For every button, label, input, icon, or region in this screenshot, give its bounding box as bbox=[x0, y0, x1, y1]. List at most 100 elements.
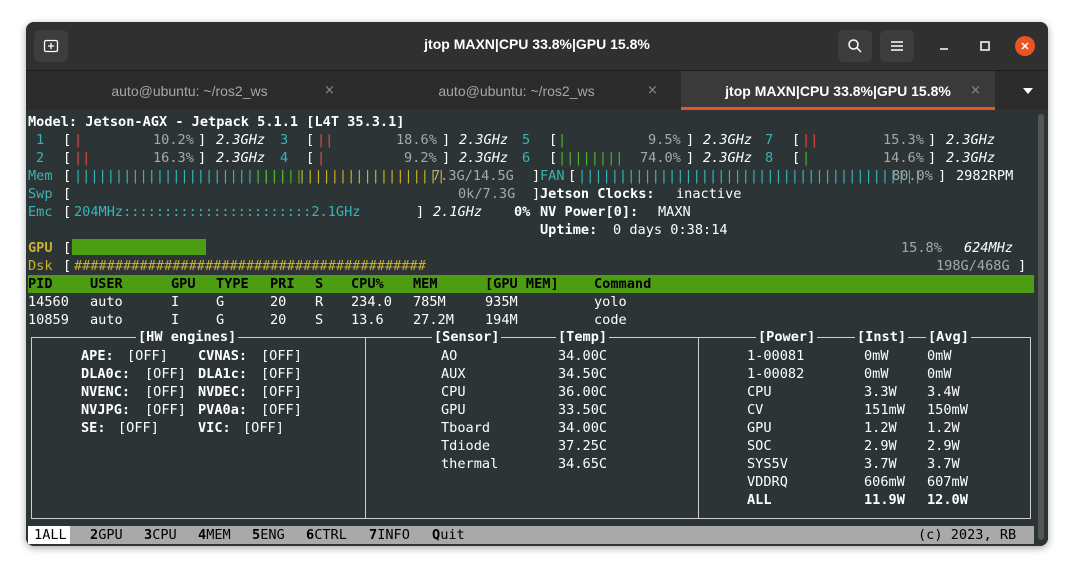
temp-title: [Temp] bbox=[556, 328, 610, 346]
cpu-pct: 16.3% bbox=[153, 150, 194, 166]
tabs-dropdown-button[interactable] bbox=[1016, 79, 1040, 103]
col-cpu[interactable]: CPU% bbox=[351, 275, 384, 293]
cell-pid: 10859 bbox=[28, 312, 69, 328]
emc-pct: 0% bbox=[514, 204, 531, 220]
engine-pva0a-label: PVA0a: bbox=[198, 402, 248, 418]
tab-jtop[interactable]: jtop MAXN|CPU 33.8%|GPU 15.8% bbox=[681, 71, 995, 110]
footer-tab-info[interactable]: 7INFO bbox=[369, 526, 410, 544]
cpu-freq: 2.3GHz bbox=[946, 150, 996, 166]
tab-close-icon[interactable]: × bbox=[324, 83, 335, 98]
cpu-freq: 2.3GHz bbox=[703, 150, 753, 166]
col-mem[interactable]: MEM bbox=[413, 275, 438, 293]
table-row[interactable]: 10859 auto I G 20 S 13.6 27.2M 194M code bbox=[28, 311, 1034, 329]
engines-sensors-power-panel: [HW engines] [Sensor] [Temp] [Power] [In… bbox=[31, 328, 1031, 519]
footer-copyright: (c) 2023, RB bbox=[918, 527, 1017, 543]
cell-gpu-mem: 194M bbox=[485, 312, 518, 328]
col-command[interactable]: Command bbox=[594, 275, 651, 293]
col-gpu-mem[interactable]: [GPU MEM] bbox=[485, 275, 559, 293]
nv-power-label: NV Power[0]: bbox=[540, 204, 639, 220]
close-button[interactable] bbox=[1013, 34, 1037, 58]
tab-ros2-ws-2[interactable]: auto@ubuntu: ~/ros2_ws bbox=[353, 71, 680, 110]
power-inst: 0mW bbox=[864, 348, 889, 364]
footer-quit[interactable]: Quit bbox=[432, 526, 465, 544]
avg-title: [Avg] bbox=[926, 328, 971, 346]
emc-bar: 204MHz:::::::::::::::::::::::2.1GHz bbox=[74, 204, 361, 220]
menu-icon bbox=[891, 41, 903, 51]
jetson-clocks-label: Jetson Clocks: bbox=[540, 186, 655, 202]
engine-nvenc-value: [OFF] bbox=[145, 384, 186, 400]
col-pid[interactable]: PID bbox=[28, 275, 53, 293]
tab-ros2-ws-1[interactable]: auto@ubuntu: ~/ros2_ws bbox=[26, 71, 353, 110]
col-type[interactable]: TYPE bbox=[216, 275, 249, 293]
dsk-value: 198G/468G bbox=[936, 258, 1010, 274]
cpu-id: 3 bbox=[280, 132, 289, 148]
sensor-temp: 34.00C bbox=[558, 348, 608, 364]
cpu-pct: 15.3% bbox=[883, 132, 924, 148]
cpu-bar: || bbox=[317, 132, 334, 148]
engine-vic-value: [OFF] bbox=[243, 420, 284, 436]
footer-tab-gpu[interactable]: 2GPU bbox=[90, 526, 123, 544]
menu-button[interactable] bbox=[880, 30, 914, 62]
sensor-name: CPU bbox=[441, 384, 466, 400]
col-gpu[interactable]: GPU bbox=[171, 275, 196, 293]
cpu-id: 8 bbox=[765, 150, 774, 166]
col-user[interactable]: USER bbox=[90, 275, 123, 293]
sensor-name: AUX bbox=[441, 366, 466, 382]
footer-tab-all[interactable]: 1ALL bbox=[28, 526, 70, 544]
engine-nvjpg-value: [OFF] bbox=[145, 402, 186, 418]
power-avg: 3.4W bbox=[927, 384, 960, 400]
fan-bar: ||||||||||||||||||||||||||||||||||||||||… bbox=[578, 168, 922, 184]
fan-rpm: 2982RPM bbox=[956, 168, 1014, 184]
power-avg: 0mW bbox=[927, 366, 952, 382]
power-inst: 3.3W bbox=[864, 384, 897, 400]
scrollbar[interactable] bbox=[1034, 110, 1048, 546]
table-row[interactable]: 14560 auto I G 20 R 234.0 785M 935M yolo bbox=[28, 293, 1034, 311]
cpu-freq: 2.3GHz bbox=[216, 150, 266, 166]
cpu-bar: || bbox=[802, 132, 819, 148]
terminal-area[interactable]: Model: Jetson-AGX - Jetpack 5.1.1 [L4T 3… bbox=[26, 110, 1034, 546]
nv-power-value: MAXN bbox=[658, 204, 691, 220]
cpu-id: 7 bbox=[765, 132, 774, 148]
engine-nvenc-label: NVENC: bbox=[81, 384, 131, 400]
cpu-pct: 10.2% bbox=[153, 132, 194, 148]
sensor-title: [Sensor] bbox=[432, 328, 502, 346]
mem-bar-buffers: |||||| bbox=[254, 168, 304, 184]
cpu-freq: 2.3GHz bbox=[459, 132, 509, 148]
scrollbar-thumb[interactable] bbox=[1038, 114, 1044, 540]
cpu-freq: 2.3GHz bbox=[703, 132, 753, 148]
cell-state: R bbox=[315, 294, 324, 310]
tab-label: auto@ubuntu: ~/ros2_ws bbox=[111, 82, 268, 99]
tab-close-icon[interactable]: × bbox=[970, 83, 981, 98]
search-button[interactable] bbox=[838, 30, 872, 62]
dsk-bar: ########################################… bbox=[74, 258, 426, 274]
engine-dla0c-value: [OFF] bbox=[145, 366, 186, 382]
cell-type: G bbox=[216, 294, 225, 310]
sensor-name: GPU bbox=[441, 402, 466, 418]
footer-tab-eng[interactable]: 5ENG bbox=[252, 526, 285, 544]
tabs-dropdown-icon bbox=[1023, 88, 1033, 94]
footer-tab-cpu[interactable]: 3CPU bbox=[144, 526, 177, 544]
terminal-window: jtop MAXN|CPU 33.8%|GPU 15.8% auto@ubunt… bbox=[26, 22, 1048, 546]
cell-cpu: 13.6 bbox=[351, 312, 384, 328]
cpu-bar: |||||||| bbox=[558, 150, 624, 166]
tab-close-icon[interactable]: × bbox=[647, 83, 658, 98]
sensor-name: Tdiode bbox=[441, 438, 491, 454]
cpu-id: 6 bbox=[522, 150, 531, 166]
cell-mem: 27.2M bbox=[413, 312, 454, 328]
power-inst: 151mW bbox=[864, 402, 905, 418]
mem-label: Mem bbox=[28, 168, 53, 184]
power-inst: 1.2W bbox=[864, 420, 897, 436]
col-state[interactable]: S bbox=[315, 275, 323, 293]
footer-tab-mem[interactable]: 4MEM bbox=[198, 526, 231, 544]
engine-se-value: [OFF] bbox=[118, 420, 159, 436]
col-pri[interactable]: PRI bbox=[270, 275, 295, 293]
cpu-pct: 14.6% bbox=[883, 150, 924, 166]
power-rail: SYS5V bbox=[747, 456, 788, 472]
maximize-button[interactable] bbox=[973, 34, 997, 58]
power-total-inst: 11.9W bbox=[864, 492, 905, 508]
engine-ape-label: APE: bbox=[81, 348, 114, 364]
power-rail: SOC bbox=[747, 438, 772, 454]
footer-tab-ctrl[interactable]: 6CTRL bbox=[306, 526, 347, 544]
sensor-temp: 36.00C bbox=[558, 384, 608, 400]
minimize-button[interactable] bbox=[932, 34, 956, 58]
